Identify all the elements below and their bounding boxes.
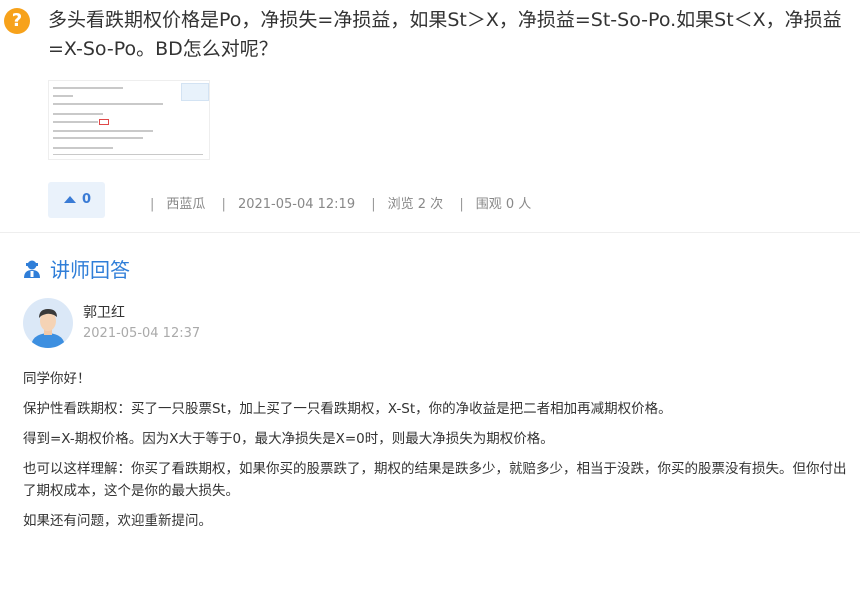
thumb-line [53, 95, 73, 97]
thumb-highlight [99, 119, 109, 125]
thumb-line [53, 154, 203, 155]
question-meta: | 西蓝瓜 | 2021-05-04 12:19 | 浏览 2 次 | 围观 0 人 [138, 193, 531, 212]
meta-separator: | [371, 197, 376, 212]
answer-paragraph: 也可以这样理解：你买了看跌期权，如果你买的股票跌了，期权的结果是跌多少，就赔多少… [23, 461, 847, 499]
answer-body: 同学你好！ 保护性看跌期权：买了一只股票St，加上买了一只看跌期权，X-St，你… [23, 368, 853, 540]
thumb-line [53, 103, 163, 105]
thumb-line [53, 130, 153, 132]
thumbs-up-icon [64, 196, 76, 203]
thumb-line [53, 121, 98, 123]
meta-separator: | [150, 197, 155, 212]
section-divider [0, 232, 860, 233]
thumb-line [53, 113, 103, 115]
teacher-icon [22, 259, 42, 284]
thumb-line [53, 137, 143, 139]
answer-paragraph: 保护性看跌期权：买了一只股票St，加上买了一只看跌期权，X-St，你的净收益是把… [23, 401, 672, 417]
answer-heading-text: 讲师回答 [50, 258, 130, 282]
question-datetime: 2021-05-04 12:19 [237, 197, 356, 212]
question-title: 多头看跌期权价格是Po，净损失=净损益，如果St＞X，净损益=St-So-Po.… [48, 9, 842, 60]
question-icon: ? [4, 8, 30, 34]
teacher-name[interactable]: 郭卫红 [83, 302, 125, 322]
meta-separator: | [459, 197, 464, 212]
answer-heading: 讲师回答 [22, 254, 130, 284]
thumb-line [53, 87, 123, 89]
answer-paragraph: 同学你好！ [23, 371, 91, 387]
answer-paragraph: 如果还有问题，欢迎重新提问。 [23, 513, 212, 529]
like-button[interactable]: 0 [48, 182, 105, 218]
thumb-box [181, 83, 209, 101]
view-count: 浏览 2 次 [387, 197, 444, 212]
answer-paragraph: 得到=X-期权价格。因为X大于等于0，最大净损失是X=0时，则最大净损失为期权价… [23, 431, 554, 447]
meta-separator: | [221, 197, 226, 212]
like-count: 0 [82, 192, 92, 207]
watcher-count: 围观 0 人 [475, 197, 532, 212]
question-attachment-thumbnail[interactable] [48, 80, 210, 160]
answer-datetime: 2021-05-04 12:37 [83, 326, 201, 341]
avatar[interactable] [23, 298, 73, 348]
thumb-line [53, 147, 113, 149]
author-name: 西蓝瓜 [166, 197, 206, 212]
